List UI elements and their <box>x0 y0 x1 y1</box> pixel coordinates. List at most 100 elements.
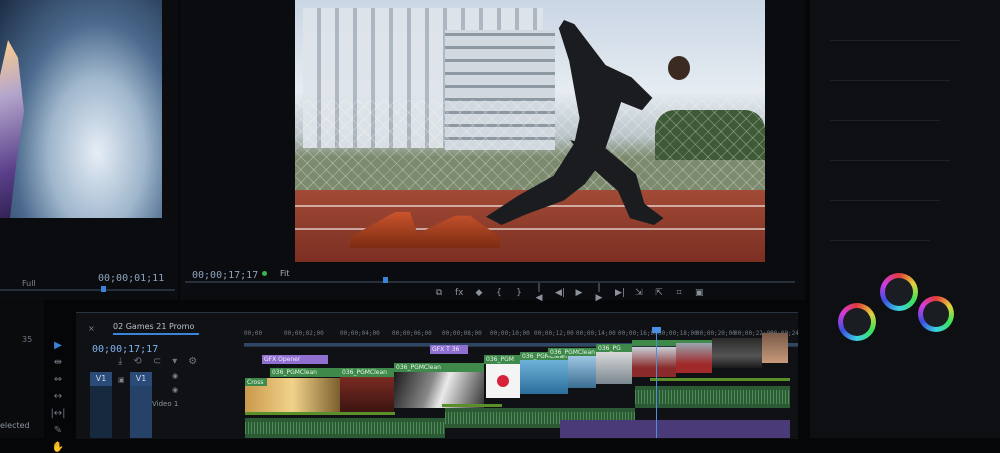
tools-panel: ▶ ⇹ ⇔ ↔ |↔| ✎ ✋ <box>45 340 71 453</box>
ripple-edit-tool-icon[interactable]: ⇔ <box>54 374 62 385</box>
timeline-clip[interactable]: 036_PGMClean <box>548 348 596 356</box>
clip-thumbnail[interactable] <box>632 347 676 377</box>
extract-button[interactable]: ⇱ <box>655 288 663 298</box>
clip-thumbnail[interactable] <box>712 338 762 368</box>
go-to-out-button[interactable]: ▶| <box>615 288 625 298</box>
clip-label: GFX Opener <box>264 356 301 363</box>
lock-icon[interactable]: ▣ <box>118 376 125 384</box>
selection-tool-icon[interactable]: ▶ <box>54 340 62 351</box>
clip-label: GFX T 36 <box>432 346 460 353</box>
clip-label: 036_PGMClean <box>272 369 317 376</box>
pen-tool-icon[interactable]: ✎ <box>54 425 62 436</box>
source-zoom-select[interactable]: Full <box>22 279 36 288</box>
program-scrub-bar[interactable] <box>185 281 795 283</box>
audio-waveform <box>245 422 445 434</box>
clip-thumbnail[interactable] <box>762 333 788 363</box>
source-timecode[interactable]: 00;00;01;11 <box>98 273 164 284</box>
play-button[interactable]: ▶ <box>575 288 583 298</box>
mark-out-button[interactable]: } <box>515 288 523 298</box>
clip-thumbnail[interactable] <box>520 360 568 394</box>
panel-row <box>830 80 950 81</box>
ruler-label: 00;00;04;00 <box>340 330 380 337</box>
eye-icon[interactable]: ◉ <box>172 386 178 394</box>
ruler-label: 00;00 <box>244 330 263 337</box>
timeline-clip[interactable]: Cross <box>245 378 267 386</box>
eye-icon[interactable]: ◉ <box>172 372 178 380</box>
effect-strip <box>442 404 502 407</box>
clip-thumbnail[interactable] <box>596 352 632 384</box>
timeline-clip[interactable]: 036_PGMClean <box>394 363 484 372</box>
music-audio-clip[interactable] <box>560 420 790 438</box>
ruler-label: 00;00;12;00 <box>534 330 574 337</box>
clip-thumbnail[interactable] <box>394 372 484 408</box>
ruler-label: 00;00;18;00 <box>658 330 698 337</box>
timeline-playhead-line[interactable] <box>656 330 657 438</box>
fx-button[interactable]: fx <box>455 288 464 298</box>
clip-label: 036_PGM <box>486 356 514 363</box>
timeline-clip[interactable]: GFX T 36 <box>430 345 468 354</box>
japan-flag-sun <box>497 375 509 387</box>
status-dot <box>262 271 267 276</box>
camera-icon[interactable]: ▣ <box>695 288 704 298</box>
track-select-tool-icon[interactable]: ⇹ <box>54 357 62 368</box>
timeline-clip[interactable]: 036_PG <box>596 344 632 352</box>
clip-label: 036_PGMClean <box>396 364 441 371</box>
slip-tool-icon[interactable]: |↔| <box>50 408 65 419</box>
program-timecode[interactable]: 00;00;17;17 <box>192 270 258 281</box>
link-icon[interactable]: ⟲ <box>133 356 141 367</box>
panel-row <box>830 200 940 201</box>
track-header-strip <box>130 386 152 438</box>
project-panel <box>0 300 44 438</box>
ruler-label: 00;00;20;00 <box>696 330 736 337</box>
midtones-color-wheel[interactable] <box>880 273 918 311</box>
program-transport-controls: ⧉ fx ◆ { } |◀ ◀| ▶ |▶ ▶| ⇲ ⇱ ⌗ ▣ <box>435 283 704 303</box>
audio-waveform <box>635 390 790 404</box>
clip-label: 036_PG <box>598 345 621 352</box>
step-forward-button[interactable]: |▶ <box>595 283 603 303</box>
clip-thumbnail[interactable] <box>486 364 520 398</box>
source-video-frame <box>0 0 162 218</box>
source-scrub-bar[interactable] <box>0 289 175 291</box>
insert-icon[interactable]: ⤓ <box>118 356 122 367</box>
track-target-v1-source[interactable]: V1 <box>130 372 152 386</box>
lift-button[interactable]: ⇲ <box>635 288 643 298</box>
video-track-name: Video 1 <box>152 400 179 408</box>
timeline-clip[interactable]: 036_PGMClean <box>340 368 394 377</box>
timeline-clip[interactable]: 036_PGMClean <box>270 368 340 377</box>
clip-thumbnail[interactable] <box>340 377 394 413</box>
comparison-view-button[interactable]: ⌗ <box>675 288 683 298</box>
selected-label: elected <box>0 421 30 430</box>
step-back-button[interactable]: ◀| <box>555 288 565 298</box>
panel-number: 35 <box>22 335 33 344</box>
hand-tool-icon[interactable]: ✋ <box>52 442 64 453</box>
timeline-clip[interactable]: 036_PGM <box>484 355 520 364</box>
goal-net <box>295 100 765 190</box>
ruler-label: 00;00;06;00 <box>392 330 432 337</box>
timeline-playhead-handle[interactable] <box>652 327 661 333</box>
program-fit-select[interactable]: Fit <box>280 269 289 278</box>
track-target-v1[interactable]: V1 <box>90 372 112 386</box>
panel-row <box>830 240 930 241</box>
export-frame-button[interactable]: ⧉ <box>435 288 443 298</box>
razor-tool-icon[interactable]: ↔ <box>54 391 62 402</box>
clip-thumbnail[interactable] <box>676 343 712 373</box>
program-video-frame <box>295 0 765 262</box>
highlights-color-wheel[interactable] <box>918 296 954 332</box>
mark-in-button[interactable]: { <box>495 288 503 298</box>
ruler-label: 00;00;14;00 <box>576 330 616 337</box>
close-tab-icon[interactable]: × <box>88 324 95 333</box>
add-marker-button[interactable]: ◆ <box>475 288 483 298</box>
clip-thumbnail[interactable] <box>568 356 596 388</box>
track-header-strip <box>90 386 112 438</box>
settings-icon[interactable]: ⚙ <box>188 356 197 367</box>
timeline-sequence-tab[interactable]: 02 Games 21 Promo <box>113 322 194 331</box>
source-playhead[interactable] <box>101 286 106 292</box>
timeline-clip[interactable]: GFX Opener <box>262 355 328 364</box>
marker-icon[interactable]: ▾ <box>172 356 177 367</box>
shadows-color-wheel[interactable] <box>838 303 876 341</box>
program-playhead[interactable] <box>383 277 388 283</box>
go-to-in-button[interactable]: |◀ <box>535 283 543 303</box>
timeline-timecode[interactable]: 00;00;17;17 <box>92 344 158 355</box>
clip-label: 036_PGMClean <box>550 349 595 356</box>
snap-icon[interactable]: ⊂ <box>153 356 161 367</box>
